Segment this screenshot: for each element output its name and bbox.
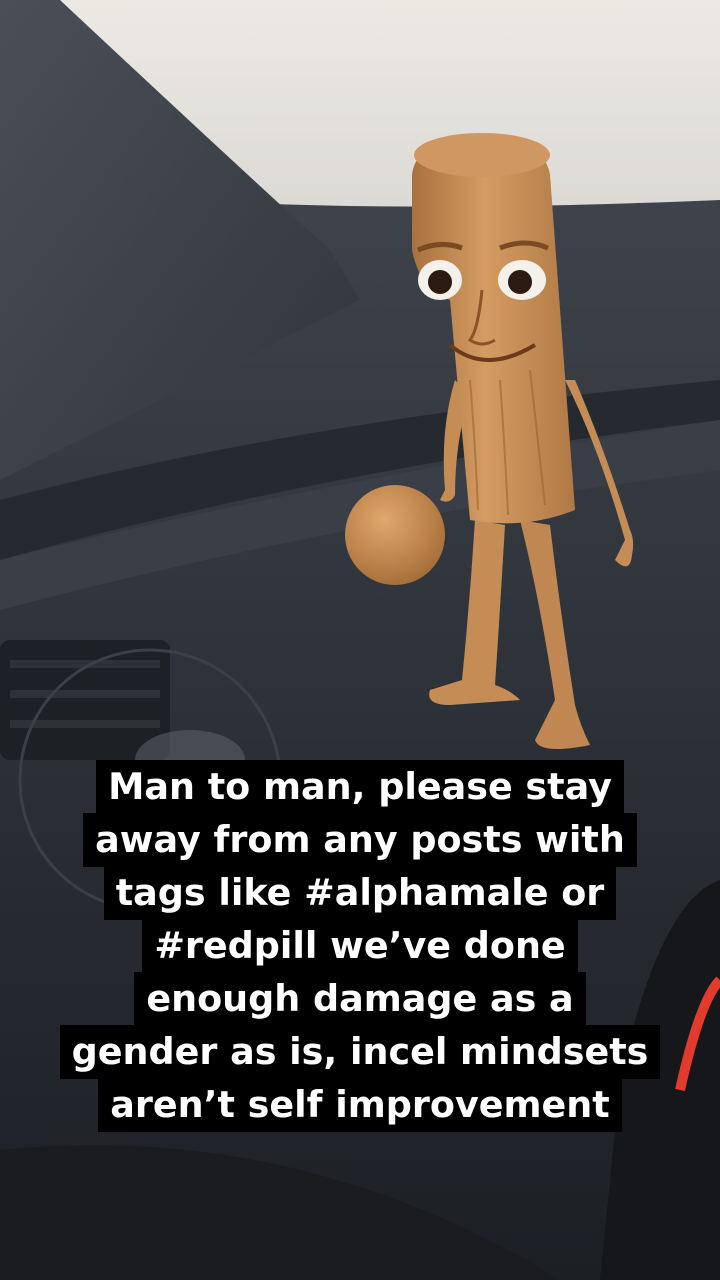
caption-overlay: Man to man, please stay away from any po… <box>30 760 690 1132</box>
caption-line: gender as is, incel mindsets <box>59 1025 661 1079</box>
caption-line: #redpill we’ve done <box>142 919 578 973</box>
caption-line: aren’t self improvement <box>98 1078 622 1132</box>
caption-line: enough damage as a <box>134 972 586 1026</box>
caption-line: Man to man, please stay <box>96 760 624 814</box>
caption-line: away from any posts with <box>83 813 637 867</box>
caption-line: tags like #alphamale or <box>103 866 617 920</box>
video-frame: Man to man, please stay away from any po… <box>0 0 720 1280</box>
